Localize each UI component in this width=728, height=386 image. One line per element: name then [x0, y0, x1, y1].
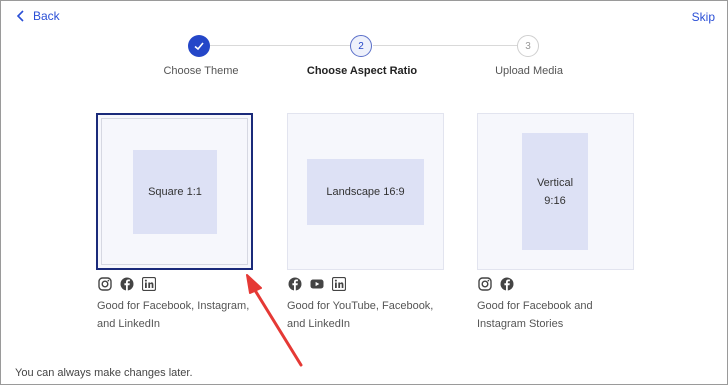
step-2-indicator: 2	[350, 35, 372, 57]
youtube-icon	[310, 279, 324, 289]
skip-button[interactable]: Skip	[692, 10, 715, 24]
dialog-frame: Back Skip 2 3 Choose Theme Choose Aspect…	[0, 0, 728, 385]
landscape-description-line2: and LinkedIn	[287, 318, 350, 330]
vertical-preview-label-line1: Vertical	[536, 176, 574, 189]
vertical-preview: Vertical 9:16	[522, 133, 588, 250]
back-button[interactable]: Back	[16, 8, 60, 24]
chevron-left-icon	[16, 10, 24, 22]
vertical-description-line1: Good for Facebook and	[477, 300, 593, 312]
facebook-icon	[288, 277, 302, 291]
checkmark-icon	[194, 42, 204, 51]
facebook-icon	[500, 277, 514, 291]
square-preview-label: Square 1:1	[148, 186, 202, 198]
square-platform-icons	[98, 277, 156, 291]
instagram-icon	[478, 277, 492, 291]
landscape-preview-label: Landscape 16:9	[326, 186, 405, 198]
vertical-preview-label-line2: 9:16	[544, 194, 566, 207]
step-connector	[373, 45, 517, 46]
landscape-description-line1: Good for YouTube, Facebook,	[287, 300, 434, 312]
landscape-description: Good for YouTube, Facebook, and LinkedIn	[287, 297, 457, 333]
step-label-choose-aspect-ratio: Choose Aspect Ratio	[306, 65, 418, 77]
vertical-platform-icons	[478, 277, 514, 291]
back-label: Back	[33, 9, 60, 23]
square-description-line2: and LinkedIn	[97, 318, 160, 330]
linkedin-icon	[142, 277, 156, 291]
square-description-line1: Good for Facebook, Instagram,	[97, 300, 250, 312]
aspect-option-square[interactable]: Square 1:1	[96, 113, 253, 270]
aspect-option-vertical[interactable]: Vertical 9:16	[477, 113, 634, 270]
step-1-complete-indicator	[188, 35, 210, 57]
landscape-platform-icons	[288, 277, 346, 291]
facebook-icon	[120, 277, 134, 291]
vertical-description: Good for Facebook and Instagram Stories	[477, 297, 647, 333]
square-description: Good for Facebook, Instagram, and Linked…	[97, 297, 267, 333]
landscape-preview: Landscape 16:9	[307, 159, 424, 225]
square-preview: Square 1:1	[133, 150, 217, 234]
footer-note: You can always make changes later.	[15, 367, 193, 379]
vertical-description-line2: Instagram Stories	[477, 318, 564, 330]
step-label-choose-theme: Choose Theme	[163, 65, 239, 77]
step-label-upload-media: Upload Media	[495, 65, 563, 77]
step-3-indicator: 3	[517, 35, 539, 57]
instagram-icon	[98, 277, 112, 291]
step-connector	[210, 45, 350, 46]
aspect-option-landscape[interactable]: Landscape 16:9	[287, 113, 444, 270]
linkedin-icon	[332, 277, 346, 291]
